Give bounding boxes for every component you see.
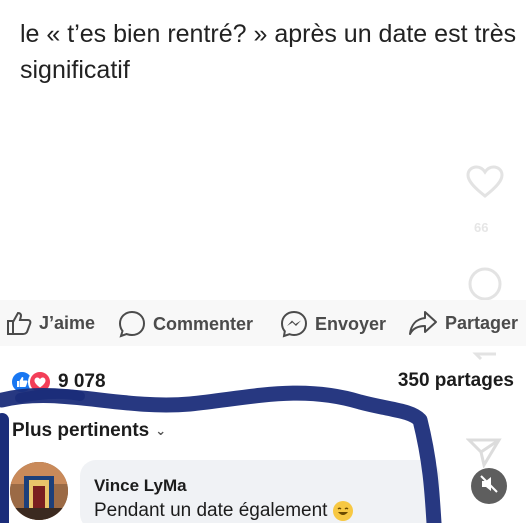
comment-button[interactable]: Commenter [118,310,253,338]
share-arrow-icon [408,310,438,336]
messenger-icon [280,310,308,338]
comment-label: Commenter [153,313,254,334]
comment-body: Pendant un date également [94,500,328,521]
avatar[interactable] [10,462,68,520]
post-caption: le « t’es bien rentré? » après un date e… [20,20,517,84]
speaker-muted-icon [479,474,499,499]
send-label: Envoyer [315,313,387,334]
side-like-count: 66 [474,220,489,235]
chevron-down-icon: ⌄ [155,423,167,438]
reaction-stats: 9 078 350 partages [0,360,526,400]
share-label: Partager [445,312,519,333]
mute-button[interactable] [471,468,507,504]
action-bar: J’aime Commenter Envoyer Partager [0,300,526,346]
heart-icon[interactable] [466,165,504,204]
reactions-summary[interactable]: 9 078 [10,370,106,394]
send-button[interactable]: Envoyer [280,310,386,338]
comment-filter[interactable]: Plus pertinents ⌄ [12,420,166,442]
comment-text: Pendant un date également [94,500,354,522]
like-label: J’aime [39,312,96,333]
share-button[interactable]: Partager [408,310,518,336]
like-button[interactable]: J’aime [6,310,95,336]
comment-author[interactable]: Vince LyMa [94,476,187,496]
reaction-count: 9 078 [58,371,106,392]
love-reaction-icon [28,370,52,394]
filter-label: Plus pertinents [12,420,150,441]
comment-item: Vince LyMa Pendant un date également [10,460,526,523]
share-count[interactable]: 350 partages [398,370,514,392]
thumbs-up-icon [6,310,32,336]
speech-bubble-icon [118,310,146,338]
grinning-emoji-icon [333,501,354,521]
